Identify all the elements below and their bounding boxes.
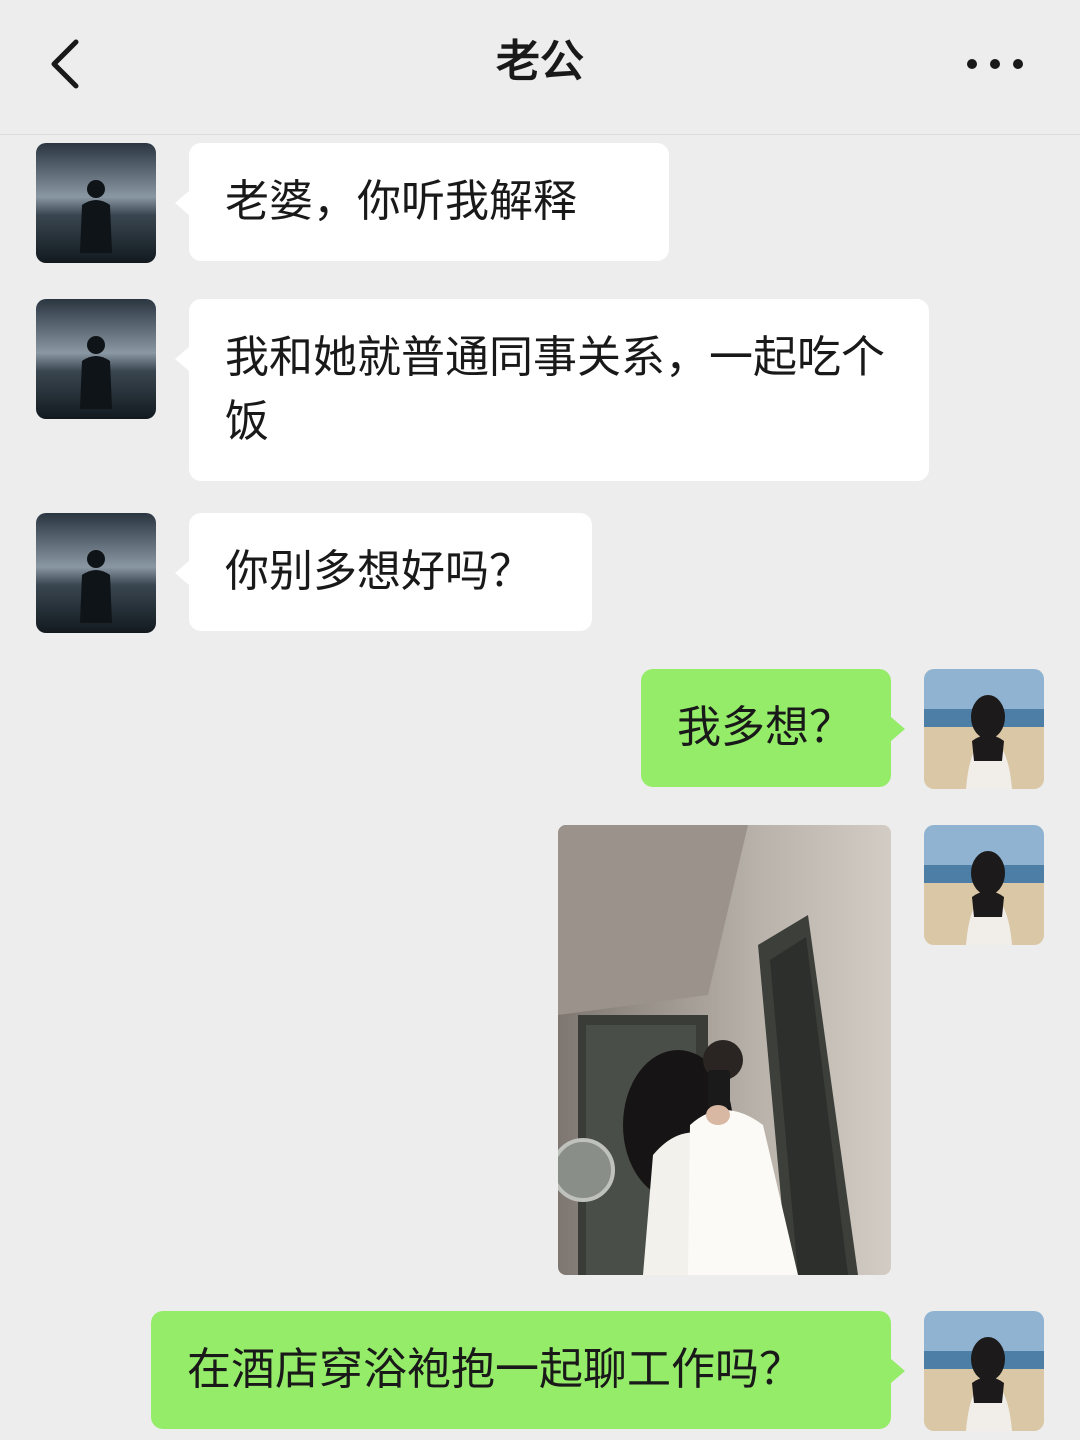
contact-avatar[interactable] bbox=[36, 299, 156, 419]
message-text: 我多想？ bbox=[677, 702, 853, 753]
photo-message[interactable] bbox=[558, 825, 891, 1275]
message-text: 老婆，你听我解释 bbox=[225, 176, 577, 227]
my-avatar[interactable] bbox=[924, 825, 1044, 945]
more-dots-icon[interactable] bbox=[964, 44, 1026, 84]
contact-avatar[interactable] bbox=[36, 513, 156, 633]
message-bubble-outgoing[interactable]: 我多想？ bbox=[641, 669, 905, 787]
message-bubble-incoming[interactable]: 老婆，你听我解释 bbox=[175, 143, 669, 261]
message-text: 在酒店穿浴袍抱一起聊工作吗？ bbox=[187, 1344, 803, 1395]
chat-title: 老公 bbox=[496, 36, 584, 87]
my-avatar[interactable] bbox=[924, 1311, 1044, 1431]
my-avatar[interactable] bbox=[924, 669, 1044, 789]
message-bubble-outgoing[interactable]: 在酒店穿浴袍抱一起聊工作吗？ bbox=[151, 1311, 905, 1429]
chat-header: 老公 bbox=[0, 0, 1080, 135]
message-bubble-incoming[interactable]: 我和她就普通同事关系，一起吃个饭 bbox=[175, 299, 929, 481]
message-text: 我和她就普通同事关系，一起吃个饭 bbox=[225, 332, 885, 447]
contact-avatar[interactable] bbox=[36, 143, 156, 263]
message-bubble-incoming[interactable]: 你别多想好吗？ bbox=[175, 513, 592, 631]
message-text: 你别多想好吗？ bbox=[225, 546, 533, 597]
